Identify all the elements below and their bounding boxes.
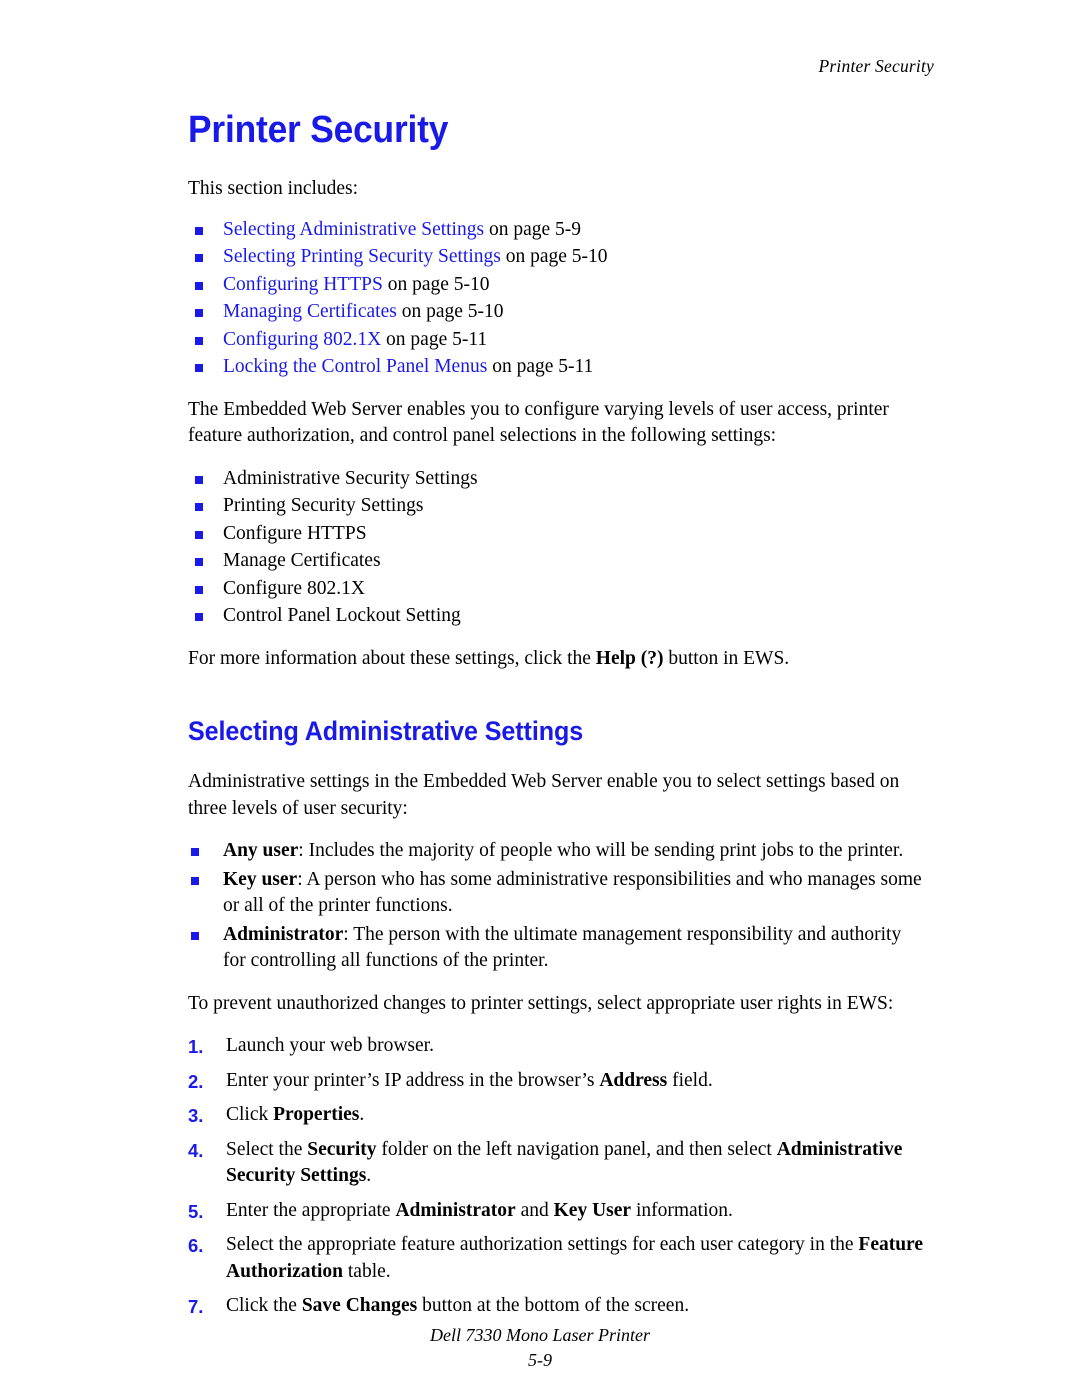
procedure-step-list: 1. Launch your web browser. 2. Enter your p… — [188, 1033, 928, 1320]
cross-reference-item: Locking the Control Panel Menus on page … — [188, 354, 928, 381]
procedure-step-number: 7. — [188, 1296, 204, 1317]
procedure-step: 1. Launch your web browser. — [188, 1033, 928, 1060]
cross-reference-link[interactable]: Configuring HTTPS — [223, 274, 383, 295]
procedure-step-number: 3. — [188, 1105, 204, 1126]
user-level-description: : A person who has some administrative r… — [223, 868, 922, 917]
user-level-description: : Includes the majority of people who wi… — [298, 840, 904, 861]
user-level-item: Any user: Includes the majority of peopl… — [188, 838, 928, 865]
procedure-step-text: Select the appropriate feature authoriza… — [226, 1234, 859, 1255]
cross-reference-link[interactable]: Selecting Printing Security Settings — [223, 246, 501, 267]
settings-bullet-list: Administrative Security Settings Printing… — [188, 466, 928, 630]
procedure-step-number: 2. — [188, 1070, 204, 1092]
administrative-settings-intro: Administrative settings in the Embedded … — [188, 771, 900, 819]
procedure-step-text: table. — [343, 1260, 391, 1282]
procedure-step-text: button at the bottom of the screen. — [417, 1295, 690, 1316]
procedure-step-text: Select the — [226, 1138, 308, 1160]
page-title: Printer Security — [188, 109, 449, 151]
user-level-term: Key user — [223, 868, 298, 890]
user-level-term: Administrator — [223, 923, 344, 945]
document-page: Printer Security Printer Security This s… — [0, 0, 1080, 1397]
procedure-step-text: Enter your printer’s IP address in the b… — [226, 1069, 600, 1091]
settings-list-item: Administrative Security Settings — [188, 466, 928, 493]
procedure-step-text: and — [515, 1199, 554, 1221]
section-heading-selecting-administrative-settings: Selecting Administrative Settings — [188, 716, 584, 746]
user-level-term: Any user — [223, 840, 299, 861]
procedure-step-number: 5. — [188, 1200, 204, 1222]
running-header: Printer Security — [818, 56, 934, 76]
procedure-step-emphasis: Key User — [553, 1199, 632, 1221]
procedure-step-emphasis: Administrator — [395, 1199, 516, 1221]
procedure-step-text: Click the — [226, 1295, 302, 1316]
procedure-step-number: 6. — [188, 1235, 204, 1256]
settings-list-item: Configure 802.1X — [188, 576, 928, 603]
page-footer: Dell 7330 Mono Laser Printer 5-9 — [0, 1323, 1080, 1373]
procedure-step: 6. Select the appropriate feature authori… — [188, 1232, 928, 1285]
procedure-step-text: . — [359, 1104, 365, 1125]
settings-list-item: Printing Security Settings — [188, 493, 928, 520]
cross-reference-link[interactable]: Locking the Control Panel Menus — [223, 356, 487, 377]
procedure-step-text: Launch your web browser. — [226, 1035, 434, 1056]
help-note-after: button in EWS. — [663, 647, 790, 669]
cross-reference-item: Selecting Administrative Settings on pag… — [188, 217, 928, 244]
help-note-before: For more information about these setting… — [188, 647, 596, 669]
cross-reference-link[interactable]: Selecting Administrative Settings — [223, 219, 484, 240]
procedure-step-emphasis: Save Changes — [301, 1295, 418, 1316]
cross-reference-page: on page 5-10 — [500, 246, 608, 267]
user-level-item: Administrator: The person with the ultim… — [188, 922, 928, 975]
procedure-step-number: 4. — [188, 1139, 204, 1161]
procedure-step-text: folder on the left navigation panel, and… — [376, 1138, 777, 1160]
procedure-step-emphasis: Properties — [273, 1104, 360, 1125]
section-includes-lead: This section includes: — [188, 178, 359, 199]
procedure-step-text: field. — [667, 1069, 713, 1091]
procedure-step: 7. Click the Save Changes button at the b… — [188, 1293, 928, 1320]
cross-reference-item: Selecting Printing Security Settings on … — [188, 244, 928, 271]
procedure-step: 2. Enter your printer’s IP address in the… — [188, 1068, 928, 1095]
procedure-step-text: . — [366, 1165, 372, 1186]
user-level-item: Key user: A person who has some administ… — [188, 867, 928, 920]
cross-reference-link[interactable]: Managing Certificates — [223, 301, 397, 322]
footer-product-name: Dell 7330 Mono Laser Printer — [430, 1325, 650, 1345]
cross-reference-item: Configuring 802.1X on page 5-11 — [188, 327, 928, 354]
help-note-bold: Help (?) — [595, 647, 664, 669]
cross-reference-page: on page 5-9 — [484, 218, 581, 240]
procedure-step-emphasis: Address — [599, 1069, 668, 1091]
procedure-step-emphasis: Security — [307, 1138, 377, 1160]
help-note: For more information about these setting… — [188, 646, 928, 673]
procedure-step-text: Click — [226, 1104, 274, 1125]
procedure-step-number: 1. — [188, 1036, 204, 1057]
procedure-step: 4. Select the Security folder on the left… — [188, 1137, 928, 1190]
page-content: Printer Security This section includes: … — [188, 108, 928, 1328]
user-level-definition-list: Any user: Includes the majority of peopl… — [188, 838, 928, 975]
cross-reference-page: on page 5-10 — [396, 301, 504, 322]
settings-list-item: Configure HTTPS — [188, 521, 928, 548]
procedure-step: 5. Enter the appropriate Administrator an… — [188, 1198, 928, 1225]
cross-reference-item: Configuring HTTPS on page 5-10 — [188, 272, 928, 299]
footer-page-number: 5-9 — [528, 1350, 552, 1370]
cross-reference-page: on page 5-11 — [381, 328, 488, 350]
cross-reference-list: Selecting Administrative Settings on pag… — [188, 217, 928, 381]
settings-list-item: Control Panel Lockout Setting — [188, 603, 928, 630]
cross-reference-page: on page 5-10 — [382, 273, 490, 295]
procedure-step: 3. Click Properties. — [188, 1102, 928, 1129]
cross-reference-link[interactable]: Configuring 802.1X — [223, 329, 381, 350]
cross-reference-item: Managing Certificates on page 5-10 — [188, 299, 928, 326]
settings-list-item: Manage Certificates — [188, 548, 928, 575]
steps-lead-paragraph: To prevent unauthorized changes to print… — [188, 992, 894, 1014]
procedure-step-text: Enter the appropriate — [226, 1199, 396, 1221]
procedure-step-text: information. — [631, 1199, 733, 1221]
ews-description-paragraph: The Embedded Web Server enables you to c… — [188, 398, 889, 447]
cross-reference-page: on page 5-11 — [487, 356, 594, 377]
